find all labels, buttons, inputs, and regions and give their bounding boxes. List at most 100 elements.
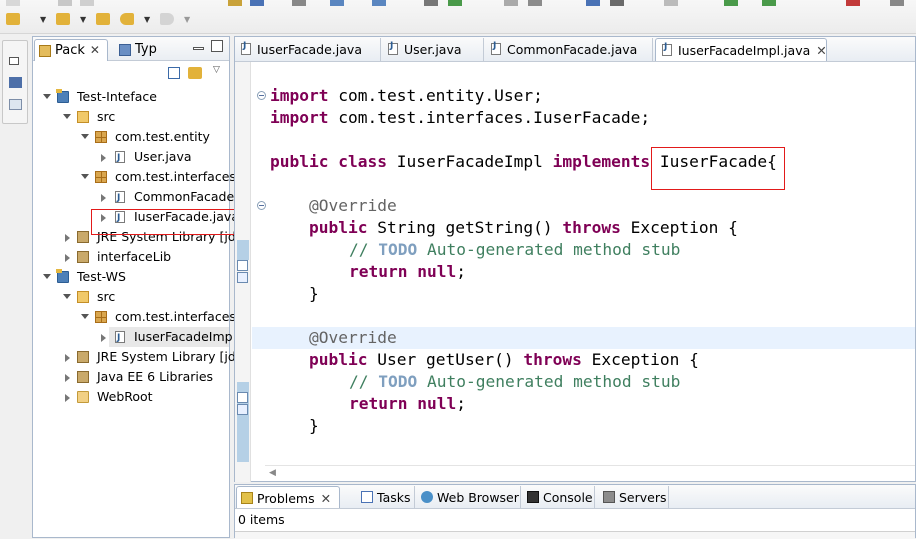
new-class-icon[interactable] [330, 0, 344, 6]
editor-tab-iuserfacadeimpl[interactable]: IuserFacadeImpl.java ✕ [655, 38, 827, 61]
comment: Auto-generated method stub [417, 240, 681, 259]
task-marker-icon[interactable] [237, 272, 248, 283]
code-editor: IuserFacade.java User.java CommonFacade.… [234, 36, 916, 482]
link-with-editor-icon[interactable] [188, 67, 202, 79]
tree-item-label: com.test.interfacesI [115, 309, 240, 324]
expand-toggle[interactable] [63, 114, 71, 119]
java-file-icon [491, 41, 501, 55]
override-marker-icon[interactable] [237, 392, 248, 403]
expand-toggle[interactable] [63, 294, 71, 299]
forward-arrow-icon[interactable] [160, 13, 174, 25]
expand-toggle[interactable] [101, 334, 106, 342]
open-type-icon[interactable] [372, 0, 386, 6]
back-arrow-icon[interactable] [120, 13, 134, 25]
tab-tasks[interactable]: Tasks [357, 486, 415, 508]
fold-toggle-icon[interactable] [257, 201, 266, 210]
expand-toggle[interactable] [65, 234, 70, 242]
horizontal-scrollbar[interactable]: ◀ [265, 465, 915, 481]
perspective-icon[interactable] [610, 0, 624, 6]
view-menu-icon[interactable]: ▽ [213, 65, 220, 75]
search-icon[interactable] [504, 0, 518, 6]
deploy-icon[interactable] [762, 0, 776, 6]
last-edit-location-icon[interactable] [96, 13, 110, 25]
print-icon[interactable] [80, 0, 94, 6]
view-toolbar: ▽ [33, 62, 229, 84]
open-task-icon[interactable] [528, 0, 542, 6]
run-last-icon[interactable] [448, 0, 462, 6]
chevron-down-icon[interactable]: ▼ [184, 15, 190, 24]
external-tools-icon[interactable] [424, 0, 438, 6]
restore-icon[interactable] [9, 57, 19, 65]
expand-toggle[interactable] [81, 174, 89, 179]
close-icon[interactable]: ✕ [90, 43, 100, 57]
scroll-left-icon[interactable]: ◀ [269, 468, 276, 478]
outline-icon[interactable] [9, 99, 22, 110]
expand-toggle[interactable] [101, 154, 106, 162]
fold-toggle-icon[interactable] [257, 91, 266, 100]
package-explorer: Pack ✕ Typ ▽ Test-Inteface src com.test.e… [32, 36, 247, 538]
stop-icon[interactable] [846, 0, 860, 6]
expand-toggle[interactable] [81, 314, 89, 319]
annotation-ruler[interactable] [235, 62, 251, 482]
minimize-button[interactable] [193, 47, 204, 50]
expand-toggle[interactable] [65, 374, 70, 382]
run-icon[interactable] [250, 0, 264, 6]
close-icon[interactable]: ✕ [321, 491, 331, 506]
expand-toggle[interactable] [101, 194, 106, 202]
browser-icon[interactable] [664, 0, 678, 6]
previous-annotation-icon[interactable] [56, 13, 70, 25]
hierarchy-icon[interactable] [9, 77, 22, 88]
new-icon[interactable] [6, 0, 20, 6]
library-icon [77, 371, 89, 383]
collapse-all-icon[interactable] [168, 67, 180, 79]
tab-console[interactable]: Console [523, 486, 595, 508]
server-icon[interactable] [292, 0, 306, 6]
next-annotation-icon[interactable] [6, 13, 20, 25]
maximize-button[interactable] [211, 40, 223, 52]
expand-toggle[interactable] [43, 274, 51, 279]
chevron-down-icon[interactable]: ▼ [144, 15, 150, 24]
tab-package-explorer[interactable]: Pack ✕ [34, 39, 108, 61]
tab-label: IuserFacadeImpl.java [678, 43, 811, 58]
hierarchy-icon [119, 44, 131, 56]
override-marker-icon[interactable] [237, 260, 248, 271]
debug-icon[interactable] [228, 0, 242, 6]
tab-type-hierarchy[interactable]: Typ [115, 39, 179, 61]
comment: Auto-generated method stub [417, 372, 681, 391]
chart-icon[interactable] [586, 0, 600, 6]
expand-toggle[interactable] [65, 354, 70, 362]
tab-label: Web Browser [437, 490, 519, 505]
editor-tab-commonfacade[interactable]: CommonFacade.java [485, 38, 653, 61]
highlight-box [91, 209, 247, 235]
tree-item-label: Java EE 6 Libraries [97, 369, 214, 384]
keyword: return [349, 394, 408, 413]
tab-problems[interactable]: Problems ✕ [236, 486, 340, 508]
save-icon[interactable] [58, 0, 72, 6]
refresh-icon[interactable] [724, 0, 738, 6]
chevron-down-icon[interactable]: ▼ [80, 15, 86, 24]
annotation: @Override [309, 328, 397, 347]
todo-tag: TODO [378, 372, 418, 391]
console-icon [527, 491, 539, 503]
editor-tab-user[interactable]: User.java [382, 38, 484, 61]
package-icon [95, 171, 107, 183]
editor-tab-iuserfacade[interactable]: IuserFacade.java [235, 38, 381, 61]
tree-item-label: Test-WS [77, 269, 126, 284]
tree-item-label: src [97, 289, 116, 304]
tab-servers[interactable]: Servers [599, 486, 669, 508]
expand-toggle[interactable] [65, 394, 70, 402]
problems-icon [241, 492, 253, 504]
expand-toggle[interactable] [65, 254, 70, 262]
terminal-icon[interactable] [890, 0, 904, 6]
code-text: com.test.interfaces.IuserFacade; [328, 108, 651, 127]
library-icon [77, 251, 89, 263]
expand-toggle[interactable] [81, 134, 89, 139]
main-toolbar: ▼ ▼ ▼ ▼ [0, 0, 916, 34]
chevron-down-icon[interactable]: ▼ [40, 15, 46, 24]
tree-item-label: IuserFacadeImp [134, 329, 233, 344]
close-icon[interactable]: ✕ [816, 43, 826, 58]
tab-web-browser[interactable]: Web Browser [417, 486, 521, 508]
tab-label: User.java [404, 42, 462, 57]
task-marker-icon[interactable] [237, 404, 248, 415]
expand-toggle[interactable] [43, 94, 51, 99]
